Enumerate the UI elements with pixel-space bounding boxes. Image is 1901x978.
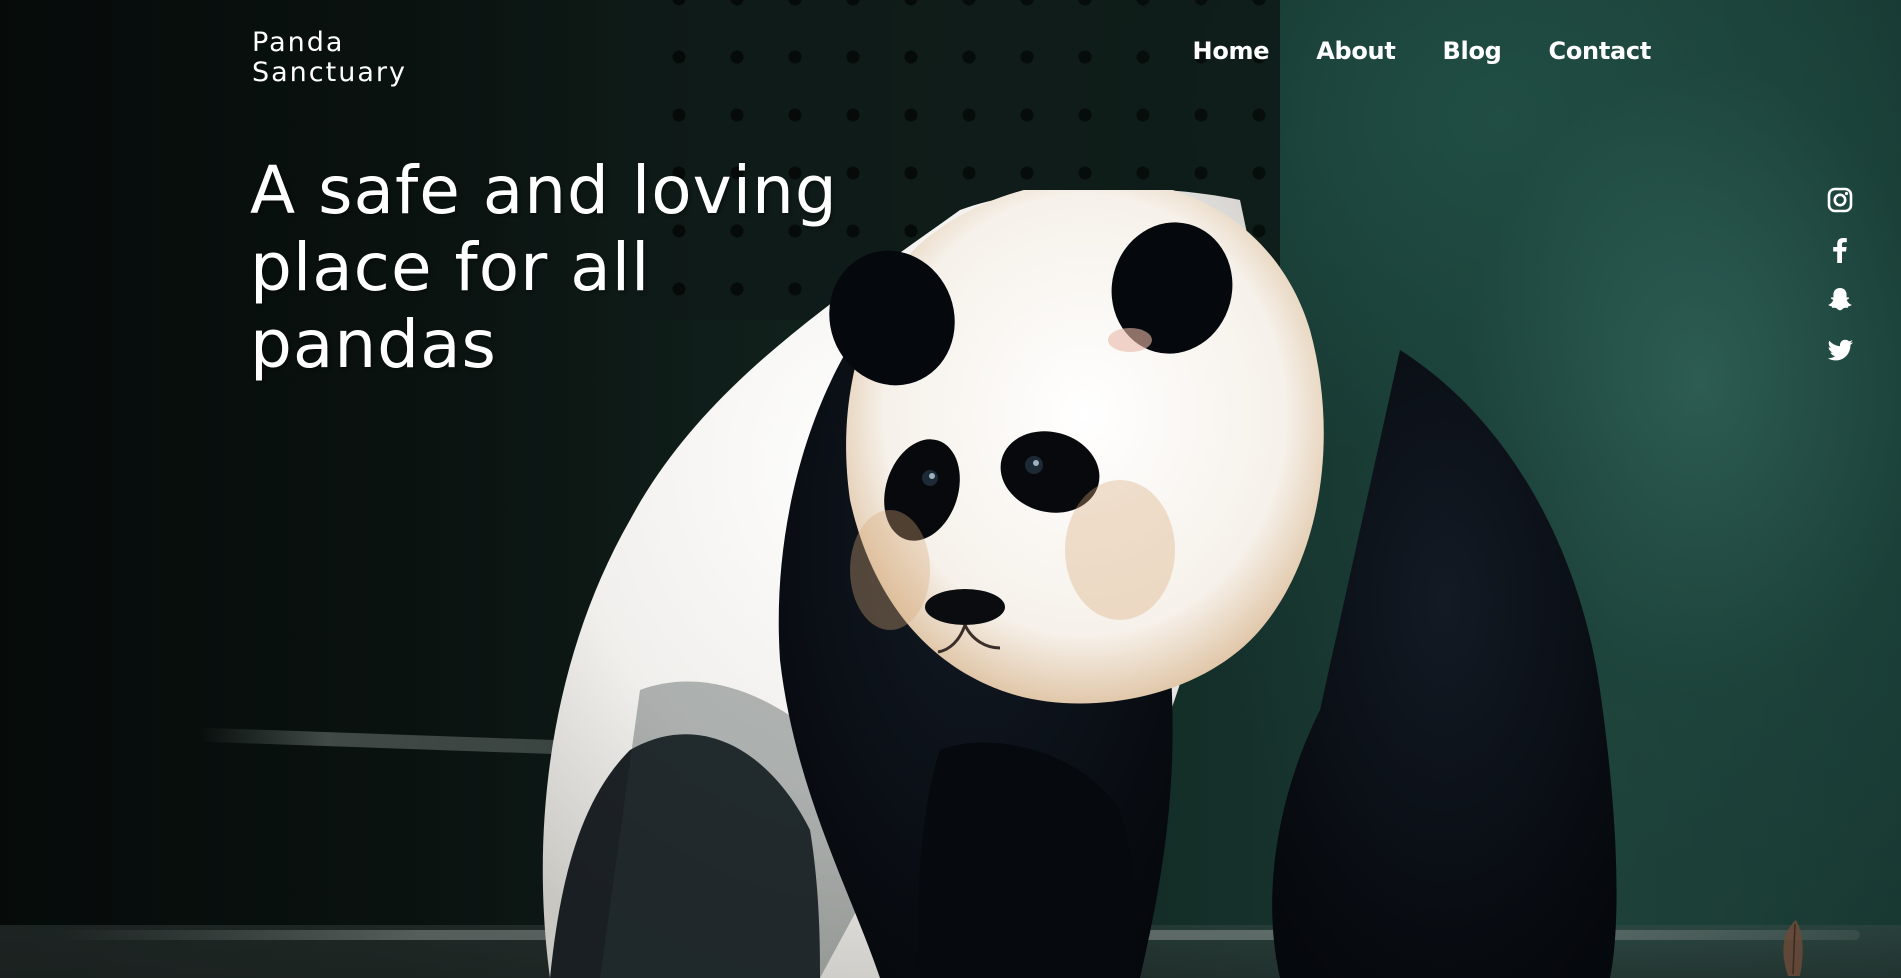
site-logo[interactable]: Panda Sanctuary <box>252 28 452 88</box>
main-nav: Home About Blog Contact <box>1193 36 1652 66</box>
instagram-icon[interactable] <box>1825 185 1855 215</box>
twitter-icon[interactable] <box>1825 335 1855 365</box>
facebook-icon[interactable] <box>1825 235 1855 265</box>
nav-home-link[interactable]: Home <box>1193 36 1270 66</box>
nav-blog-link[interactable]: Blog <box>1443 36 1502 66</box>
hero-headline: A safe and loving place for all pandas <box>250 152 838 383</box>
nav-contact-link[interactable]: Contact <box>1549 36 1652 66</box>
nav-about-link[interactable]: About <box>1316 36 1396 66</box>
dry-leaf <box>1783 920 1803 976</box>
snapchat-icon[interactable] <box>1825 285 1855 315</box>
logo-line-1: Panda <box>252 27 345 58</box>
social-links <box>1825 185 1855 365</box>
page: Panda Sanctuary Home About Blog Contact … <box>0 0 1901 978</box>
logo-line-2: Sanctuary <box>252 57 407 88</box>
